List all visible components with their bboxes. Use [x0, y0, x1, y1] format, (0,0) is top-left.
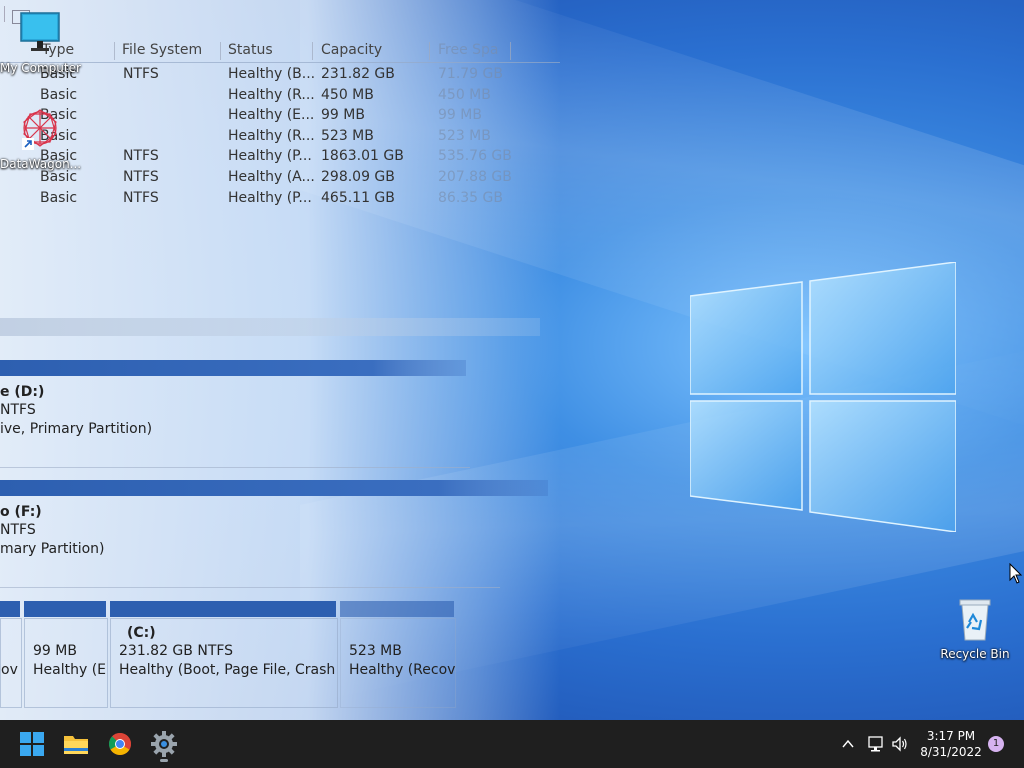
column-header-free-space[interactable]: Free Spa [430, 42, 511, 60]
table-row[interactable]: Basic Healthy (R... 523 MB 523 MB [0, 128, 560, 148]
desktop-icon-label: Recycle Bin [940, 647, 1010, 661]
volume-list-header: Type File System Status Capacity Free Sp… [0, 40, 560, 63]
volume-bar-f [0, 480, 548, 496]
desktop-icon-recycle-bin[interactable]: Recycle Bin [935, 596, 1015, 661]
table-cell-capacity: 231.82 GB [321, 66, 395, 82]
datawagon-icon [22, 109, 57, 150]
desktop-icon-label: My Computer [0, 61, 81, 75]
chrome-icon [109, 732, 131, 755]
gear-icon [151, 731, 177, 757]
partition-c[interactable]: (C:) 231.82 GB NTFS Healthy (Boot, Page … [110, 618, 338, 708]
table-cell-fs: NTFS [123, 66, 159, 82]
table-cell-free: 71.79 GB [438, 66, 503, 82]
table-cell-capacity: 450 MB [321, 86, 374, 103]
table-cell-status: Healthy (P... [228, 148, 312, 165]
partition-bar-efi [24, 601, 106, 617]
chrome-button[interactable] [104, 728, 136, 760]
table-cell-type: Basic [40, 189, 78, 206]
table-cell-status: Healthy (P... [228, 189, 312, 206]
table-cell-capacity: 99 MB [321, 107, 365, 124]
desktop-icon-datawagon[interactable]: DataWagon... [0, 104, 82, 171]
disk-management-window[interactable]: Type File System Status Capacity Free Sp… [0, 0, 560, 720]
table-cell-free: 207.88 GB [438, 169, 512, 185]
partition-recovery2-status: Healthy (Recov [349, 662, 456, 678]
table-cell-capacity: 523 MB [321, 127, 374, 144]
notification-badge[interactable]: 1 [988, 736, 1004, 752]
table-cell-status: Healthy (E... [228, 107, 315, 124]
speaker-icon[interactable] [890, 734, 910, 754]
table-cell-type: Basic [40, 169, 78, 185]
table-cell-fs: NTFS [123, 148, 159, 165]
table-cell-fs: NTFS [123, 189, 159, 206]
table-cell-free: 450 MB [438, 86, 491, 103]
clock-date: 8/31/2022 [920, 745, 982, 759]
table-cell-capacity: 1863.01 GB [321, 148, 404, 165]
network-icon[interactable] [866, 734, 886, 754]
volume-d-name: e (D:) [0, 384, 45, 400]
partition-recovery[interactable]: ov [0, 618, 22, 708]
table-cell-capacity: 298.09 GB [321, 169, 395, 185]
column-header-status[interactable]: Status [220, 42, 313, 60]
file-explorer-button[interactable] [60, 728, 92, 760]
desktop-icon-label: DataWagon... [0, 157, 82, 171]
table-row[interactable]: Basic Healthy (R... 450 MB 450 MB [0, 87, 560, 107]
chevron-up-icon[interactable] [840, 736, 856, 752]
column-header-capacity[interactable]: Capacity [313, 42, 430, 60]
partition-bar-recovery [0, 601, 20, 617]
volume-f-fs: NTFS [0, 522, 36, 538]
table-cell-status: Healthy (A... [228, 169, 315, 185]
table-cell-status: Healthy (B... [228, 66, 316, 82]
settings-button[interactable] [148, 728, 180, 762]
volume-bar-d [0, 360, 466, 376]
table-cell-free: 523 MB [438, 127, 491, 144]
clock[interactable]: 3:17 PM 8/31/2022 [916, 728, 986, 760]
partition-efi-size: 99 MB [33, 643, 77, 659]
table-row[interactable]: Basic Healthy (E... 99 MB 99 MB [0, 107, 560, 127]
folder-icon [64, 736, 88, 754]
table-row[interactable]: Basic NTFS Healthy (A... 298.09 GB 207.88 GB [0, 169, 560, 189]
table-cell-capacity: 465.11 GB [321, 189, 395, 206]
pane-splitter[interactable] [0, 318, 540, 336]
partition-bar-c [110, 601, 336, 617]
volume-d-desc: ive, Primary Partition) [0, 421, 153, 437]
volume-f-desc: mary Partition) [0, 541, 105, 557]
partition-recovery2[interactable]: 523 MB Healthy (Recov [340, 618, 456, 708]
table-cell-fs: NTFS [123, 169, 159, 185]
partition-c-name: (C:) [127, 625, 156, 641]
partition-efi[interactable]: 99 MB Healthy (E [24, 618, 108, 708]
recycle-bin-icon [959, 599, 991, 641]
table-row[interactable]: Basic NTFS Healthy (P... 1863.01 GB 535.76 G… [0, 148, 560, 168]
table-cell-status: Healthy (R... [228, 127, 315, 144]
mouse-cursor-icon [1009, 563, 1023, 584]
volume-f-name: o (F:) [0, 504, 42, 520]
table-row[interactable]: Basic NTFS Healthy (B... 231.82 GB 71.79 GB [0, 66, 560, 86]
toolbar [0, 0, 560, 40]
table-row[interactable]: Basic NTFS Healthy (P... 465.11 GB 86.35 GB [0, 190, 560, 210]
partition-c-size: 231.82 GB NTFS [119, 643, 234, 659]
column-header-file-system[interactable]: File System [114, 42, 221, 60]
table-cell-free: 99 MB [438, 107, 482, 124]
table-cell-type: Basic [40, 86, 78, 103]
divider [0, 467, 470, 468]
table-cell-status: Healthy (R... [228, 86, 315, 103]
windows-start-icon [20, 732, 44, 756]
partition-recovery2-size: 523 MB [349, 643, 402, 659]
start-button[interactable] [16, 728, 48, 760]
divider [0, 587, 500, 588]
running-app-indicator [160, 759, 168, 762]
windows-logo-wallpaper [690, 262, 956, 532]
monitor-icon [20, 12, 60, 51]
partition-bar-recovery2 [340, 601, 454, 617]
table-cell-free: 535.76 GB [438, 148, 512, 165]
desktop-icon-my-computer[interactable]: My Computer [0, 10, 81, 75]
volume-d-fs: NTFS [0, 402, 36, 418]
partition-efi-status: Healthy (E [33, 662, 107, 678]
table-cell-free: 86.35 GB [438, 189, 503, 206]
partition-recovery-status: ov [1, 662, 18, 678]
partition-c-status: Healthy (Boot, Page File, Crash D [119, 662, 338, 678]
clock-time: 3:17 PM [926, 729, 976, 743]
taskbar: 3:17 PM 8/31/2022 [0, 720, 1024, 768]
